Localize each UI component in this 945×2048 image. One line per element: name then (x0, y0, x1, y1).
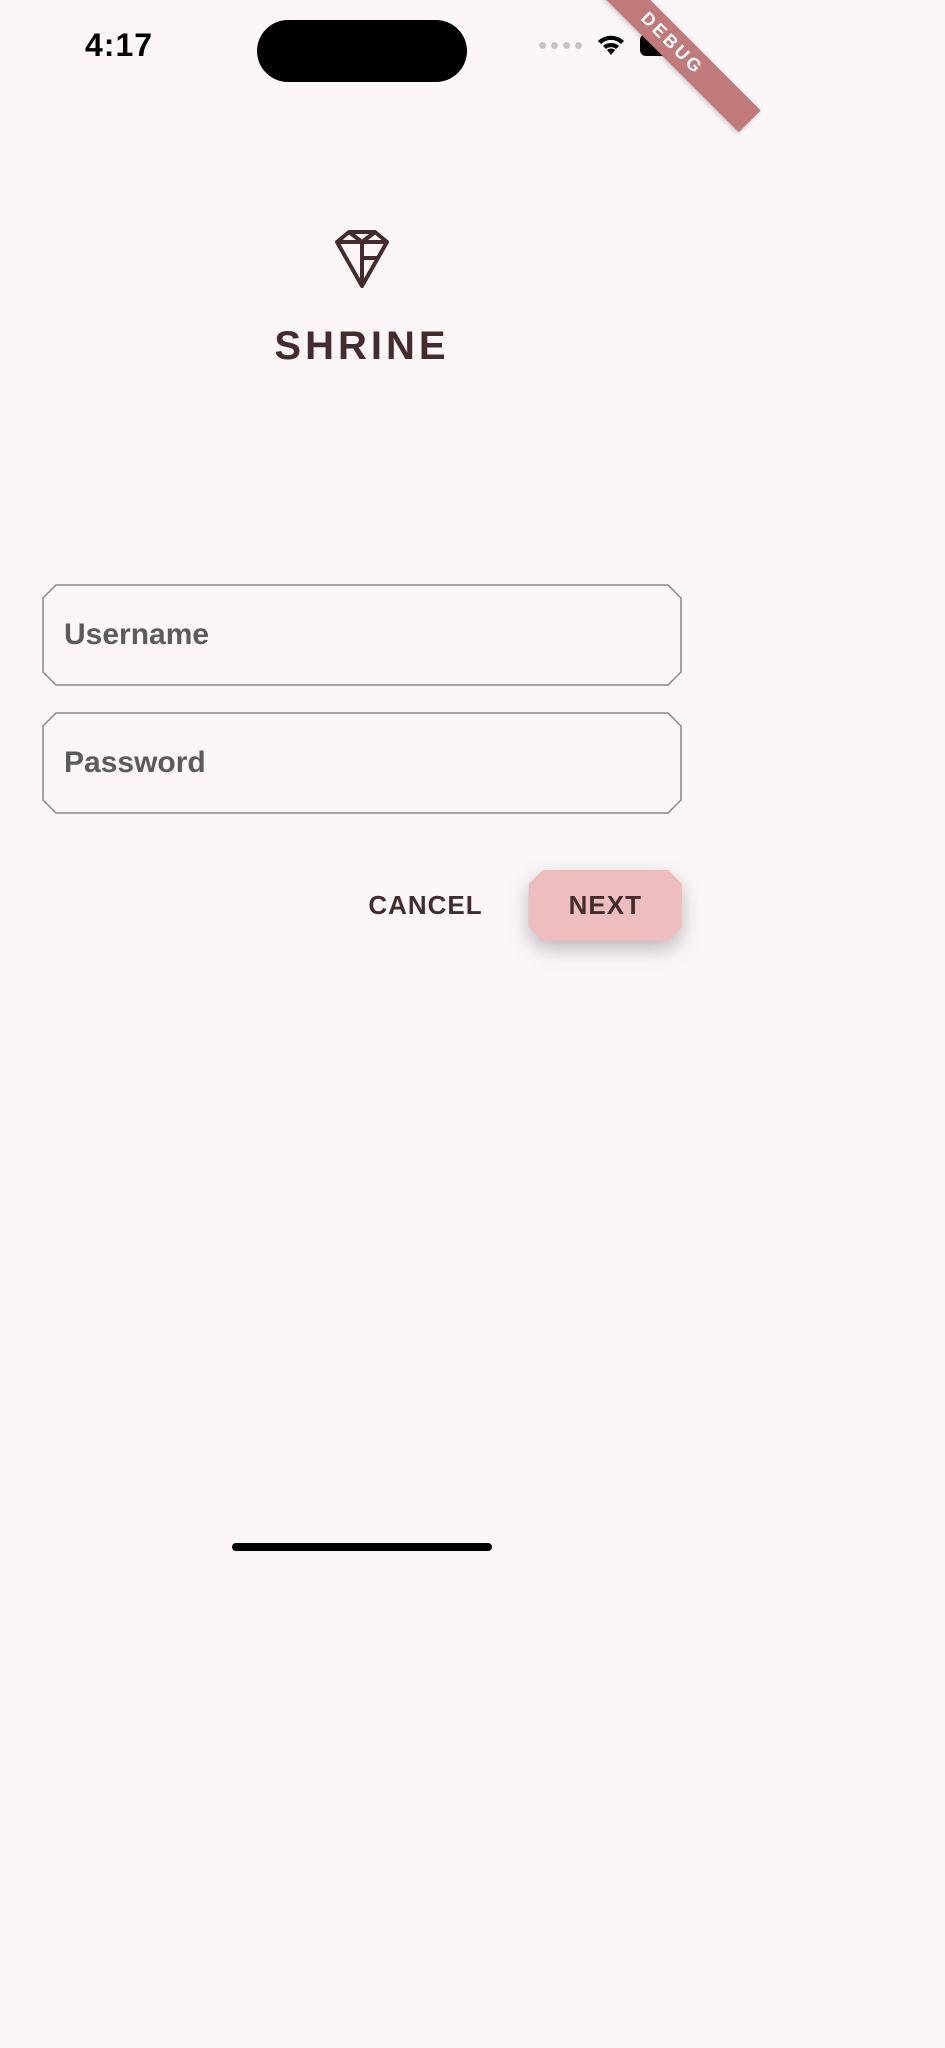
cancel-button[interactable]: CANCEL (346, 870, 504, 941)
username-field-wrapper (42, 584, 682, 686)
device-notch (257, 20, 467, 82)
wifi-icon (596, 34, 626, 56)
password-field[interactable] (42, 712, 682, 814)
next-button[interactable]: NEXT (529, 870, 682, 941)
button-row: CANCEL NEXT (42, 870, 682, 941)
login-form: CANCEL NEXT (42, 584, 682, 941)
cellular-dots-icon (539, 42, 582, 49)
diamond-icon (333, 228, 391, 290)
status-bar: 4:17 (0, 0, 724, 90)
clock-label: 4:17 (85, 27, 153, 64)
login-screen: SHRINE CANCEL NEXT (0, 170, 724, 941)
logo-block: SHRINE (42, 228, 682, 369)
password-field-wrapper (42, 712, 682, 814)
app-name: SHRINE (274, 324, 449, 369)
username-field[interactable] (42, 584, 682, 686)
home-indicator (232, 1543, 492, 1551)
